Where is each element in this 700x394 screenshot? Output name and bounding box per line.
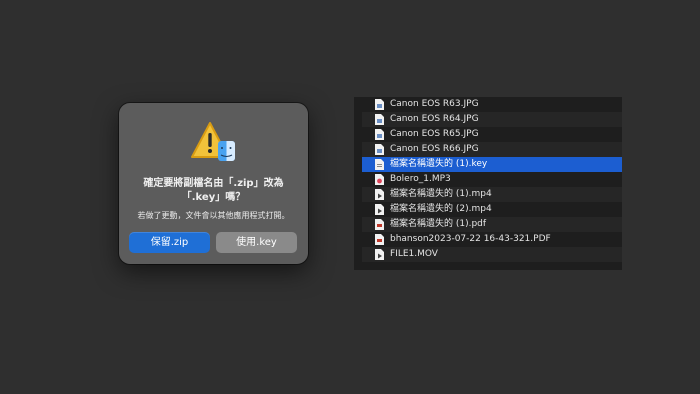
list-item[interactable]: Canon EOS R65.JPG (362, 127, 622, 142)
file-name: Canon EOS R63.JPG (390, 99, 479, 109)
list-item[interactable]: Canon EOS R63.JPG (362, 97, 622, 112)
list-item[interactable]: FILE1.MOV (362, 247, 622, 262)
file-name: Bolero_1.MP3 (390, 174, 451, 184)
list-item[interactable]: Canon EOS R66.JPG (362, 142, 622, 157)
file-name: 檔案名稱遺失的 (1).mp4 (390, 189, 492, 199)
list-item[interactable]: bhanson2023-07-22 16-43-321.PDF (362, 232, 622, 247)
file-name: FILE1.MOV (390, 249, 438, 259)
video-file-icon (375, 249, 384, 260)
file-name: Canon EOS R65.JPG (390, 129, 479, 139)
video-file-icon (375, 189, 384, 200)
image-file-icon (375, 144, 384, 155)
dialog-title: 確定要將副檔名由「.zip」改為 「.key」嗎？ (127, 177, 300, 205)
image-file-icon (375, 129, 384, 140)
file-name: 檔案名稱遺失的 (1).pdf (390, 219, 487, 229)
list-item[interactable]: 檔案名稱遺失的 (2).mp4 (362, 202, 622, 217)
file-name: bhanson2023-07-22 16-43-321.PDF (390, 234, 551, 244)
dialog-message: 若做了更動，文件會以其他應用程式打開。 (137, 211, 290, 220)
keep-zip-button[interactable]: 保留.zip (129, 232, 210, 253)
use-key-button[interactable]: 使用.key (216, 232, 297, 253)
list-item[interactable]: Bolero_1.MP3 (362, 172, 622, 187)
pdf-file-icon (375, 219, 384, 230)
list-item-selected[interactable]: 檔案名稱遺失的 (1).key (362, 157, 622, 172)
image-file-icon (375, 114, 384, 125)
dialog-title-line1: 確定要將副檔名由「.zip」改為 (143, 178, 284, 189)
list-item[interactable]: Canon EOS R64.JPG (362, 112, 622, 127)
file-name: 檔案名稱遺失的 (2).mp4 (390, 204, 492, 214)
file-name: 檔案名稱遺失的 (1).key (390, 159, 488, 169)
audio-file-icon (375, 174, 384, 185)
rename-extension-dialog: 確定要將副檔名由「.zip」改為 「.key」嗎？ 若做了更動，文件會以其他應用… (119, 103, 308, 264)
file-name: Canon EOS R64.JPG (390, 114, 479, 124)
finder-file-list: Canon EOS R63.JPG Canon EOS R64.JPG Cano… (354, 97, 622, 270)
list-item[interactable]: 檔案名稱遺失的 (1).mp4 (362, 187, 622, 202)
warning-finder-icon (191, 119, 237, 165)
video-file-icon (375, 204, 384, 215)
pdf-file-icon (375, 234, 384, 245)
file-name: Canon EOS R66.JPG (390, 144, 479, 154)
dialog-title-line2: 「.key」嗎？ (181, 192, 246, 203)
document-file-icon (375, 159, 384, 170)
list-item[interactable]: 檔案名稱遺失的 (1).pdf (362, 217, 622, 232)
image-file-icon (375, 99, 384, 110)
